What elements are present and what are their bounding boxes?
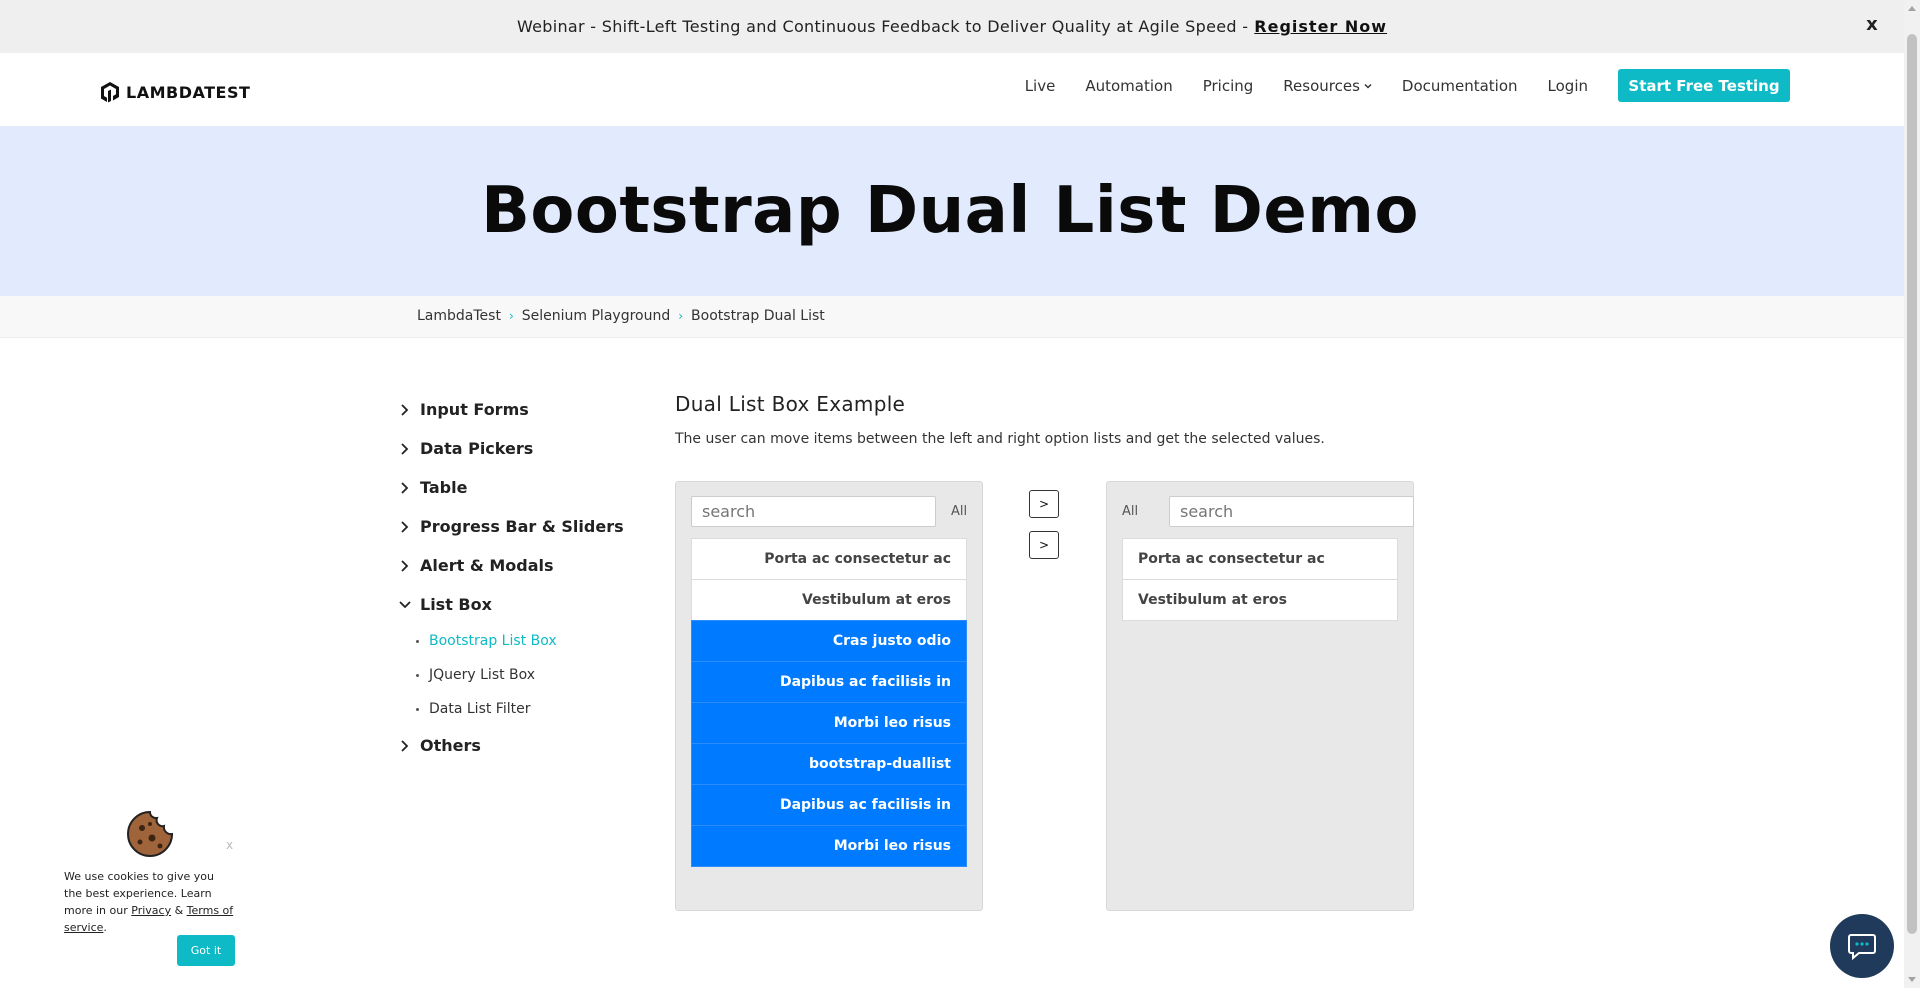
list-item[interactable]: bootstrap-duallist: [691, 743, 967, 785]
page-scrollbar[interactable]: [1904, 0, 1920, 988]
sidebar-item-label: Data Pickers: [420, 439, 534, 458]
logo-text: LAMBDATEST: [126, 82, 251, 102]
breadcrumb-separator-icon: ›: [508, 309, 514, 323]
nav-resources[interactable]: Resources: [1283, 77, 1372, 95]
chevron-right-icon: [401, 520, 409, 533]
right-search-input[interactable]: [1169, 496, 1414, 527]
site-header: LAMBDATEST Live Automation Pricing Resou…: [0, 53, 1904, 126]
start-free-testing-button[interactable]: Start Free Testing: [1618, 69, 1790, 102]
bullet-icon: [416, 707, 419, 711]
breadcrumb-lambdatest[interactable]: LambdaTest: [417, 308, 501, 324]
bullet-icon: [416, 639, 419, 643]
sidebar-subitem-label: Data List Filter: [429, 701, 531, 717]
sidebar-item-label: Table: [420, 478, 468, 497]
cookie-amp: &: [174, 904, 184, 917]
chevron-right-icon: [401, 442, 409, 455]
sidebar-item-list-box[interactable]: List Box: [398, 585, 628, 624]
scrollbar-thumb[interactable]: [1907, 34, 1917, 934]
webinar-banner: Webinar - Shift-Left Testing and Continu…: [0, 0, 1904, 53]
list-item[interactable]: Porta ac consectetur ac: [1122, 538, 1398, 580]
sidebar-subitem-label: Bootstrap List Box: [429, 633, 557, 649]
hero-section: Bootstrap Dual List Demo: [0, 126, 1904, 296]
sidebar-subitem-bootstrap-list-box[interactable]: Bootstrap List Box: [416, 624, 628, 658]
list-item[interactable]: Vestibulum at eros: [1122, 579, 1398, 621]
sidebar-nav: Input Forms Data Pickers Table Progress …: [398, 390, 628, 765]
chat-widget-button[interactable]: [1830, 914, 1894, 978]
nav-login[interactable]: Login: [1548, 77, 1588, 95]
bullet-icon: [416, 673, 419, 677]
sidebar-subitem-jquery-list-box[interactable]: JQuery List Box: [416, 658, 628, 692]
scroll-down-icon[interactable]: [1908, 977, 1916, 982]
chevron-right-icon: [401, 403, 409, 416]
lambdatest-logo[interactable]: LAMBDATEST: [98, 80, 250, 104]
nav-live[interactable]: Live: [1025, 77, 1056, 95]
nav-documentation[interactable]: Documentation: [1402, 77, 1518, 95]
cookie-period: .: [103, 921, 107, 934]
left-option-list: Porta ac consectetur ac Vestibulum at ero…: [691, 538, 967, 867]
register-now-link[interactable]: Register Now: [1254, 17, 1387, 36]
scroll-up-icon[interactable]: [1908, 6, 1916, 11]
sidebar-item-progress-bar-sliders[interactable]: Progress Bar & Sliders: [398, 507, 628, 546]
chevron-down-icon: [1364, 83, 1372, 89]
sidebar-subitem-data-list-filter[interactable]: Data List Filter: [416, 692, 628, 726]
left-list-panel: All Porta ac consectetur acVestibulum at…: [675, 481, 983, 911]
sidebar-item-input-forms[interactable]: Input Forms: [398, 390, 628, 429]
left-search-input[interactable]: [691, 496, 936, 527]
move-left-button[interactable]: >: [1029, 531, 1059, 559]
list-box-submenu: Bootstrap List Box JQuery List Box Data …: [398, 624, 628, 726]
nav-pricing[interactable]: Pricing: [1203, 77, 1254, 95]
chevron-right-icon: [401, 559, 409, 572]
cookie-close-button[interactable]: x: [226, 838, 233, 852]
chevron-right-icon: [401, 481, 409, 494]
breadcrumb-current: Bootstrap Dual List: [691, 308, 825, 324]
page-title: Bootstrap Dual List Demo: [481, 174, 1419, 248]
sidebar-item-alert-modals[interactable]: Alert & Modals: [398, 546, 628, 585]
list-item[interactable]: Porta ac consectetur ac: [691, 538, 967, 580]
sidebar-item-label: List Box: [420, 595, 492, 614]
cookie-icon: [127, 810, 174, 857]
sidebar-item-label: Others: [420, 736, 481, 755]
privacy-link[interactable]: Privacy: [131, 904, 171, 917]
chevron-down-icon: [399, 600, 411, 608]
sidebar-item-others[interactable]: Others: [398, 726, 628, 765]
list-item[interactable]: Dapibus ac facilisis in: [691, 661, 967, 703]
breadcrumb-separator-icon: ›: [678, 309, 684, 323]
banner-text: Webinar - Shift-Left Testing and Continu…: [516, 17, 1249, 36]
sidebar-subitem-label: JQuery List Box: [429, 667, 536, 683]
lambdatest-logo-icon: [101, 82, 119, 103]
sidebar-item-label: Input Forms: [420, 400, 529, 419]
cookie-message: We use cookies to give you the best expe…: [64, 868, 234, 936]
breadcrumb-selenium-playground[interactable]: Selenium Playground: [522, 308, 670, 324]
breadcrumb: LambdaTest › Selenium Playground › Boots…: [417, 308, 825, 324]
left-select-all[interactable]: All: [951, 504, 967, 519]
breadcrumb-bar: LambdaTest › Selenium Playground › Boots…: [0, 296, 1904, 338]
sidebar-item-data-pickers[interactable]: Data Pickers: [398, 429, 628, 468]
chevron-right-icon: [401, 739, 409, 752]
list-item[interactable]: Dapibus ac facilisis in: [691, 784, 967, 826]
list-item[interactable]: Morbi leo risus: [691, 825, 967, 867]
section-description: The user can move items between the left…: [675, 431, 1325, 447]
banner-close-button[interactable]: x: [1866, 14, 1878, 35]
cookie-consent: x We use cookies to give you the best ex…: [50, 796, 250, 986]
nav-automation[interactable]: Automation: [1085, 77, 1172, 95]
section-title: Dual List Box Example: [675, 392, 906, 416]
list-item[interactable]: Vestibulum at eros: [691, 579, 967, 621]
cookie-got-it-button[interactable]: Got it: [177, 935, 235, 966]
chat-icon: [1848, 934, 1876, 960]
sidebar-item-label: Progress Bar & Sliders: [420, 517, 624, 536]
list-item[interactable]: Cras justo odio: [691, 620, 967, 662]
right-option-list: Porta ac consectetur ac Vestibulum at ero…: [1122, 538, 1398, 621]
sidebar-item-label: Alert & Modals: [420, 556, 554, 575]
sidebar-item-table[interactable]: Table: [398, 468, 628, 507]
list-item[interactable]: Morbi leo risus: [691, 702, 967, 744]
nav-resources-label: Resources: [1283, 76, 1360, 95]
right-select-all[interactable]: All: [1122, 504, 1138, 519]
move-right-button[interactable]: >: [1029, 490, 1059, 518]
main-nav: Live Automation Pricing Resources Docume…: [995, 69, 1790, 102]
right-list-panel: All Porta ac consectetur acVestibulum at…: [1106, 481, 1414, 911]
